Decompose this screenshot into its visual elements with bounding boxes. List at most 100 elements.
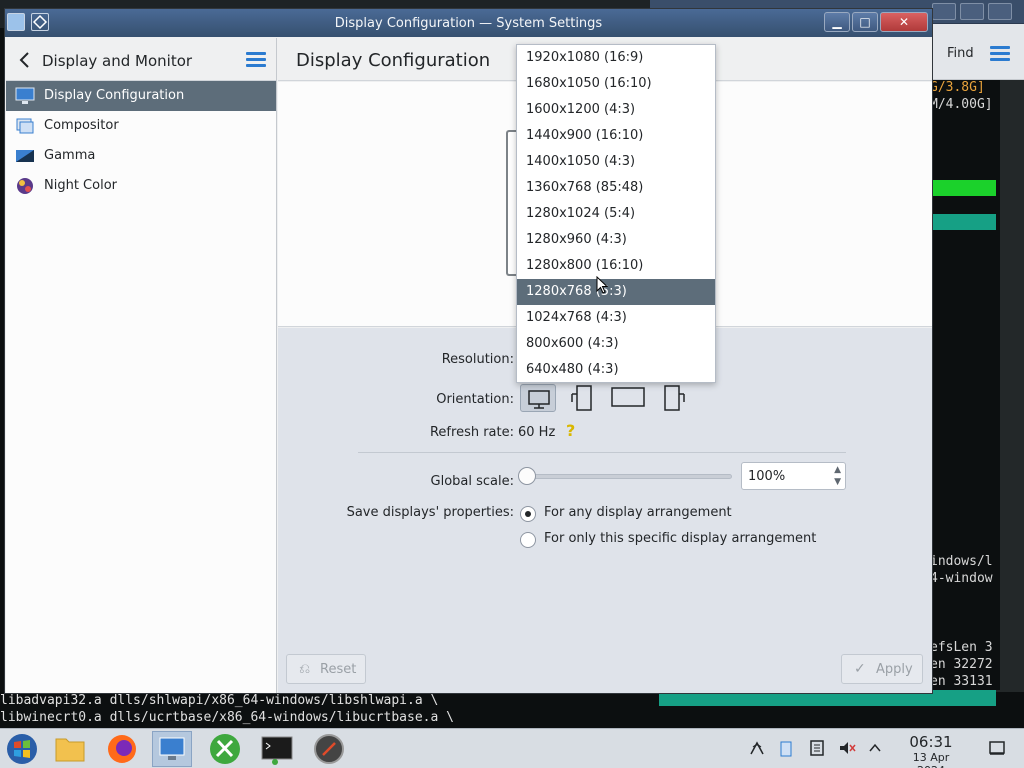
- window-title: Display Configuration — System Settings: [334, 16, 603, 31]
- terminal-line: indows/l: [930, 554, 993, 569]
- resolution-option-label: 1360x768 (85:48): [526, 180, 644, 195]
- resolution-option-label: 1400x1050 (4:3): [526, 154, 636, 169]
- background-close-button[interactable]: [988, 3, 1012, 20]
- firefox-icon[interactable]: [102, 731, 142, 767]
- device-notifier-icon[interactable]: [808, 739, 826, 757]
- sidebar-back-label[interactable]: Display and Monitor: [42, 52, 192, 70]
- global-scale-spinbox[interactable]: 100% ▲ ▼: [741, 462, 846, 490]
- resolution-option-label: 1680x1050 (16:10): [526, 76, 652, 91]
- reset-label: Reset: [320, 662, 357, 677]
- background-restore-button[interactable]: [960, 3, 984, 20]
- system-settings-taskbar-icon[interactable]: [152, 731, 192, 767]
- back-arrow-icon[interactable]: [18, 51, 30, 73]
- window-titlebar[interactable]: Display Configuration — System Settings …: [5, 9, 932, 37]
- resolution-option[interactable]: 1680x1050 (16:10): [517, 71, 715, 97]
- terminal-icon[interactable]: [257, 731, 297, 767]
- terminal-line: libadvapi32.a dlls/shlwapi/x86_64-window…: [0, 693, 439, 708]
- terminal-line: libwinecrt0.a dlls/ucrtbase/x86_64-windo…: [0, 710, 454, 725]
- resolution-option-label: 1280x1024 (5:4): [526, 206, 636, 221]
- clipboard-icon[interactable]: [777, 739, 795, 757]
- orientation-portrait-left-button[interactable]: [566, 384, 602, 412]
- resolution-option[interactable]: 640x480 (4:3): [517, 357, 715, 383]
- resolution-option-label: 1280x800 (16:10): [526, 258, 644, 273]
- tools-icon[interactable]: [205, 731, 245, 767]
- volume-muted-icon[interactable]: [838, 739, 856, 757]
- save-any-arrangement-label[interactable]: For any display arrangement: [544, 505, 732, 520]
- display-icon: [15, 87, 35, 105]
- resolution-option[interactable]: 1280x960 (4:3): [517, 227, 715, 253]
- maximize-button[interactable]: □: [852, 12, 878, 32]
- disk-utility-icon[interactable]: [309, 731, 349, 767]
- resolution-option[interactable]: 1280x800 (16:10): [517, 253, 715, 279]
- resolution-option-label: 640x480 (4:3): [526, 362, 619, 377]
- resolution-option-label: 1440x900 (16:10): [526, 128, 644, 143]
- resolution-option[interactable]: 1024x768 (4:3): [517, 305, 715, 331]
- minimize-button[interactable]: ▁: [824, 12, 850, 32]
- orientation-portrait-right-button[interactable]: [654, 384, 690, 412]
- resolution-option-label: 800x600 (4:3): [526, 336, 619, 351]
- find-label[interactable]: Find: [947, 46, 974, 61]
- resolution-option[interactable]: 1600x1200 (4:3): [517, 97, 715, 123]
- refresh-rate-value[interactable]: 60 Hz: [518, 425, 555, 440]
- resolution-label: Resolution:: [441, 352, 514, 367]
- resolution-option-highlighted[interactable]: 1280x768 (5:3): [517, 279, 715, 305]
- global-scale-slider[interactable]: [522, 474, 732, 479]
- background-minimize-button[interactable]: [932, 3, 956, 20]
- resolution-option[interactable]: 1440x900 (16:10): [517, 123, 715, 149]
- resolution-option[interactable]: 1400x1050 (4:3): [517, 149, 715, 175]
- tray-expand-chevron-icon[interactable]: [866, 739, 884, 757]
- spin-up-icon[interactable]: ▲: [834, 465, 841, 475]
- orientation-inverted-button[interactable]: [610, 384, 646, 412]
- hamburger-menu-icon[interactable]: [246, 52, 266, 68]
- orientation-landscape-button[interactable]: [520, 384, 556, 412]
- sidebar-item-display-configuration[interactable]: Display Configuration: [6, 81, 276, 111]
- resolution-dropdown-list[interactable]: 1920x1080 (16:9) 1680x1050 (16:10) 1600x…: [516, 44, 716, 383]
- sidebar-item-label: Display Configuration: [44, 88, 185, 103]
- network-status-icon[interactable]: [748, 739, 766, 757]
- mouse-pointer-icon: [596, 275, 609, 294]
- clock[interactable]: 06:31 13 Apr 2024: [898, 733, 964, 768]
- help-icon[interactable]: ?: [566, 421, 575, 440]
- sidebar-item-compositor[interactable]: Compositor: [6, 111, 276, 141]
- sidebar-item-label: Gamma: [44, 148, 96, 163]
- save-specific-arrangement-label[interactable]: For only this specific display arrangeme…: [544, 531, 816, 546]
- save-any-arrangement-radio[interactable]: [520, 506, 536, 522]
- close-button[interactable]: ✕: [880, 12, 928, 32]
- resolution-option-label: 1600x1200 (4:3): [526, 102, 636, 117]
- resolution-option-label: 1920x1080 (16:9): [526, 50, 644, 65]
- sidebar-item-night-color[interactable]: Night Color: [6, 171, 276, 201]
- global-scale-slider-handle[interactable]: [518, 467, 536, 485]
- apply-button[interactable]: ✓ Apply: [841, 654, 923, 684]
- divider: [358, 452, 846, 453]
- resolution-option-label: 1280x768 (5:3): [526, 284, 627, 299]
- sidebar: Display and Monitor Display Configuratio…: [6, 38, 277, 693]
- page-title: Display Configuration: [296, 50, 491, 71]
- terminal-meter-bar: [930, 180, 996, 196]
- terminal-line: M/4.00G]: [930, 97, 993, 112]
- resolution-option-label: 1024x768 (4:3): [526, 310, 627, 325]
- terminal-line: G/3.8G]: [930, 80, 985, 95]
- sidebar-item-gamma[interactable]: Gamma: [6, 141, 276, 171]
- resolution-option[interactable]: 800x600 (4:3): [517, 331, 715, 357]
- resolution-option[interactable]: 1360x768 (85:48): [517, 175, 715, 201]
- save-specific-arrangement-radio[interactable]: [520, 532, 536, 548]
- file-manager-icon[interactable]: [50, 731, 90, 767]
- refresh-rate-label: Refresh rate:: [429, 425, 514, 440]
- terminal-line: efsLen 3: [930, 640, 993, 655]
- orientation-label: Orientation:: [436, 392, 514, 407]
- spin-down-icon[interactable]: ▼: [834, 477, 841, 487]
- background-menu-icon[interactable]: [990, 46, 1010, 62]
- start-menu-button[interactable]: [2, 731, 42, 767]
- sidebar-item-label: Night Color: [44, 178, 117, 193]
- resolution-option[interactable]: 1920x1080 (16:9): [517, 45, 715, 71]
- terminal-meter-bar: [930, 214, 996, 230]
- terminal-line: 4-window: [930, 571, 993, 586]
- apply-label: Apply: [876, 662, 913, 677]
- compositor-icon: [15, 117, 35, 135]
- show-desktop-icon[interactable]: [988, 739, 1006, 757]
- terminal-line: en 32272: [930, 657, 993, 672]
- global-scale-label: Global scale:: [430, 474, 514, 489]
- reset-button[interactable]: ⎌ Reset: [286, 654, 366, 684]
- global-scale-value[interactable]: 100%: [748, 469, 785, 484]
- resolution-option[interactable]: 1280x1024 (5:4): [517, 201, 715, 227]
